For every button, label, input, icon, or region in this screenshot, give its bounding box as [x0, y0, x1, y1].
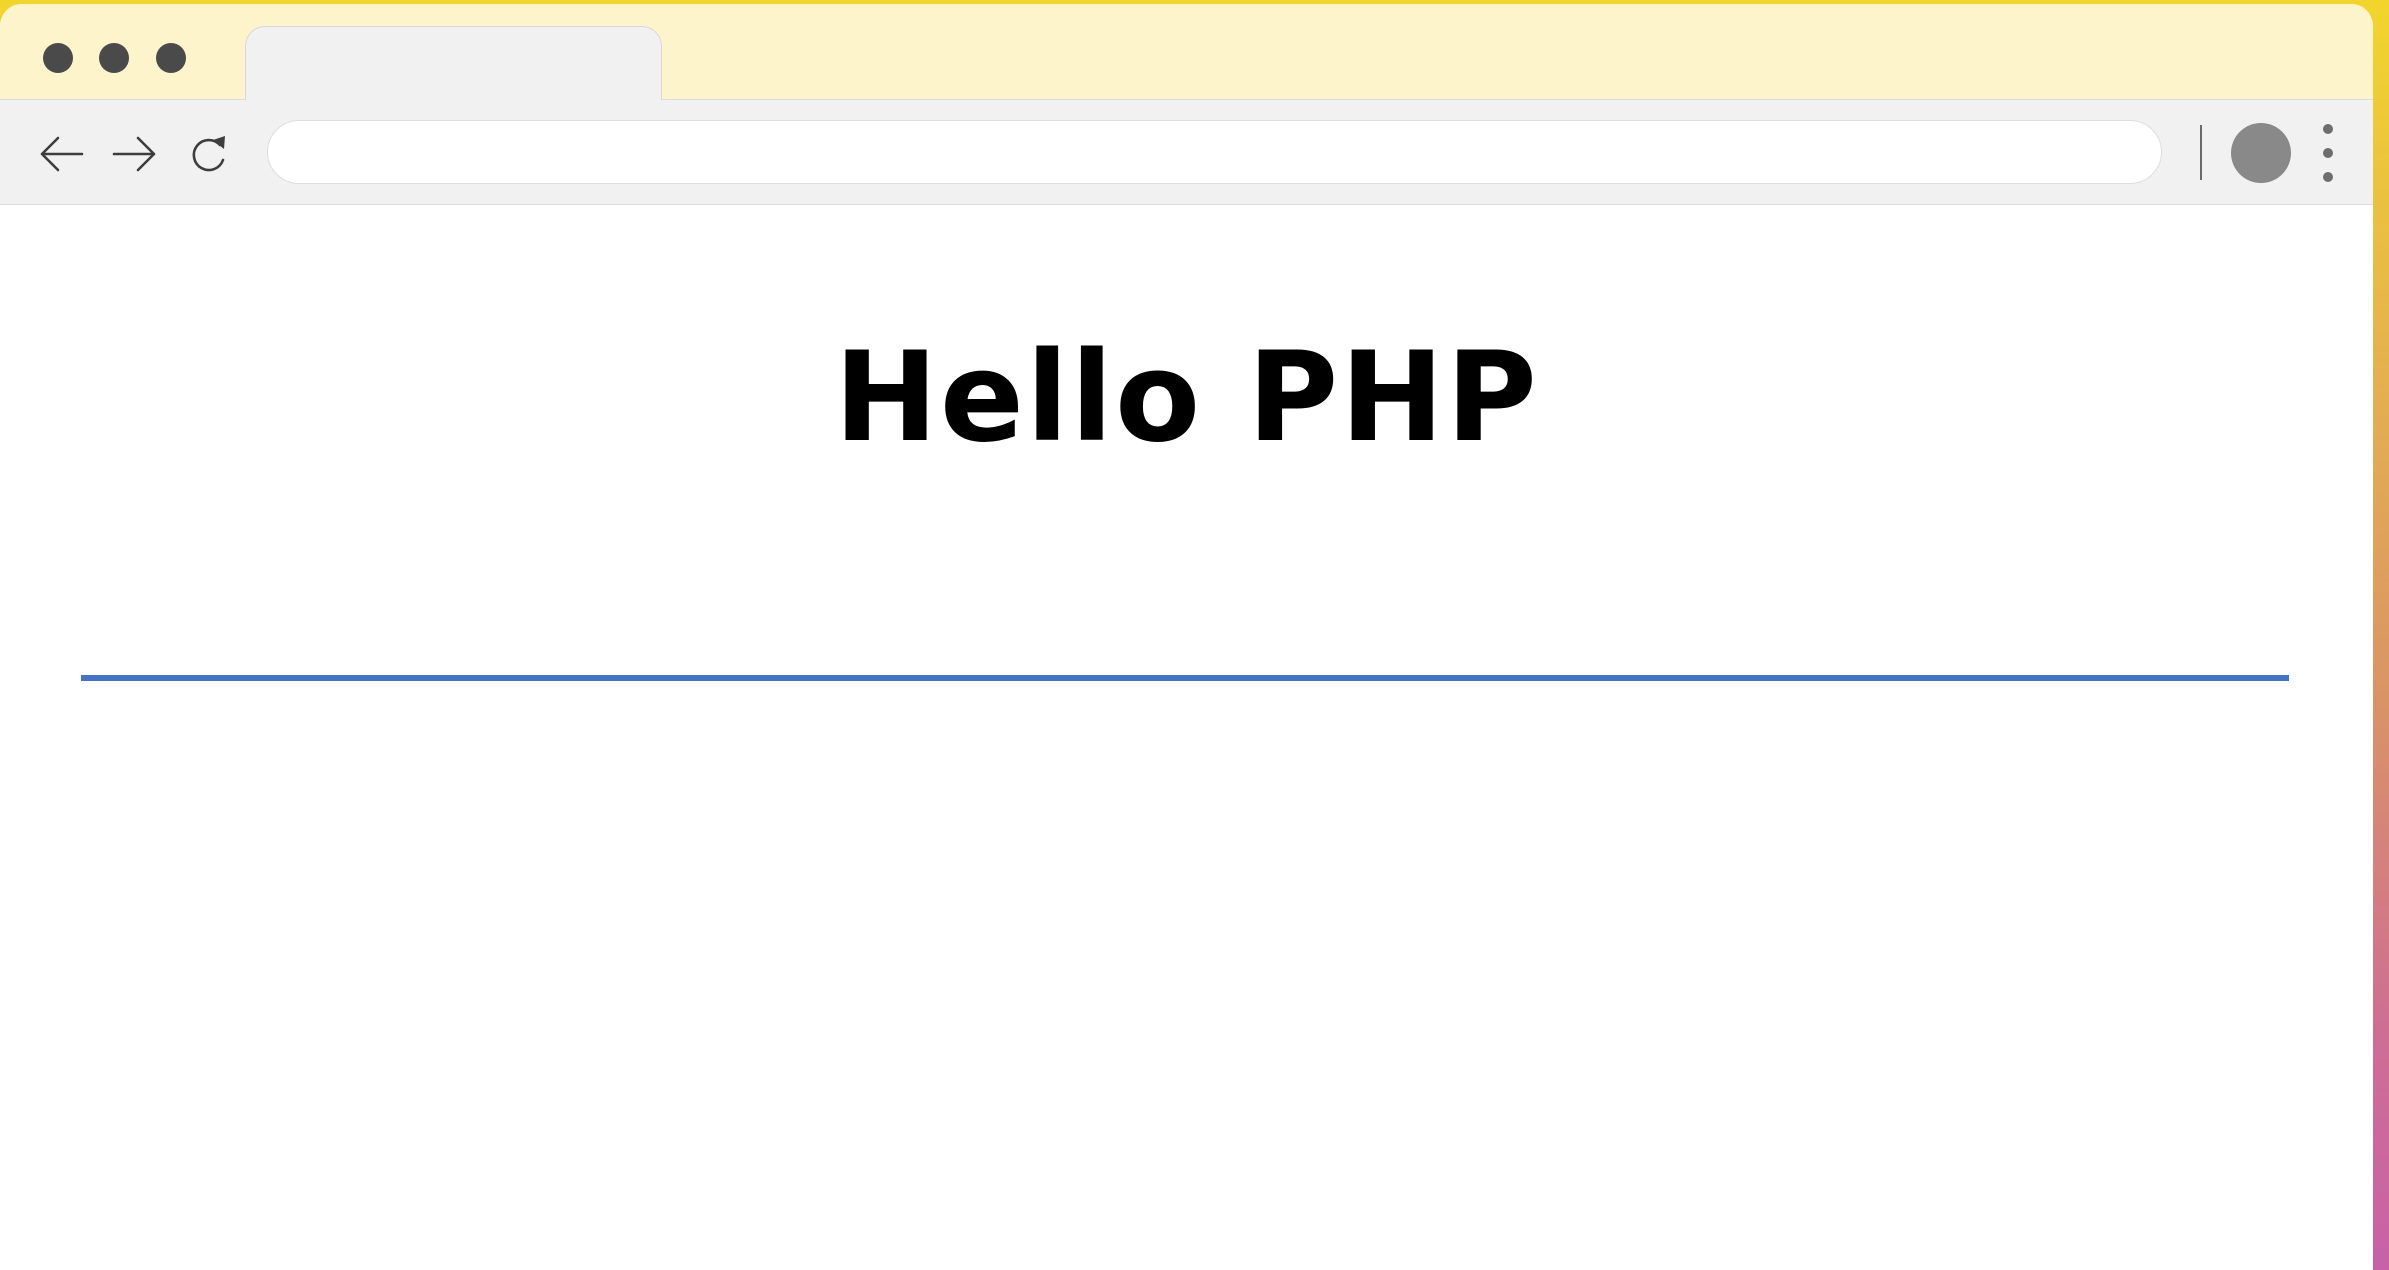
tab-active[interactable] — [245, 26, 662, 100]
page-content: Hello PHP — [0, 205, 2373, 1270]
back-arrow-icon[interactable] — [38, 130, 86, 178]
forward-arrow-icon[interactable] — [110, 130, 158, 178]
profile-avatar[interactable] — [2231, 123, 2291, 183]
toolbar-divider — [2200, 125, 2202, 180]
close-window-button[interactable] — [43, 43, 73, 73]
address-bar[interactable] — [267, 120, 2162, 184]
maximize-window-button[interactable] — [156, 43, 186, 73]
minimize-window-button[interactable] — [99, 43, 129, 73]
tab-strip — [0, 4, 2373, 100]
more-menu-icon[interactable] — [2313, 124, 2343, 182]
reload-icon[interactable] — [186, 130, 234, 178]
page-heading: Hello PHP — [834, 326, 1539, 470]
browser-window: Hello PHP — [0, 4, 2373, 1270]
browser-toolbar — [0, 100, 2373, 205]
horizontal-rule — [81, 675, 2289, 681]
